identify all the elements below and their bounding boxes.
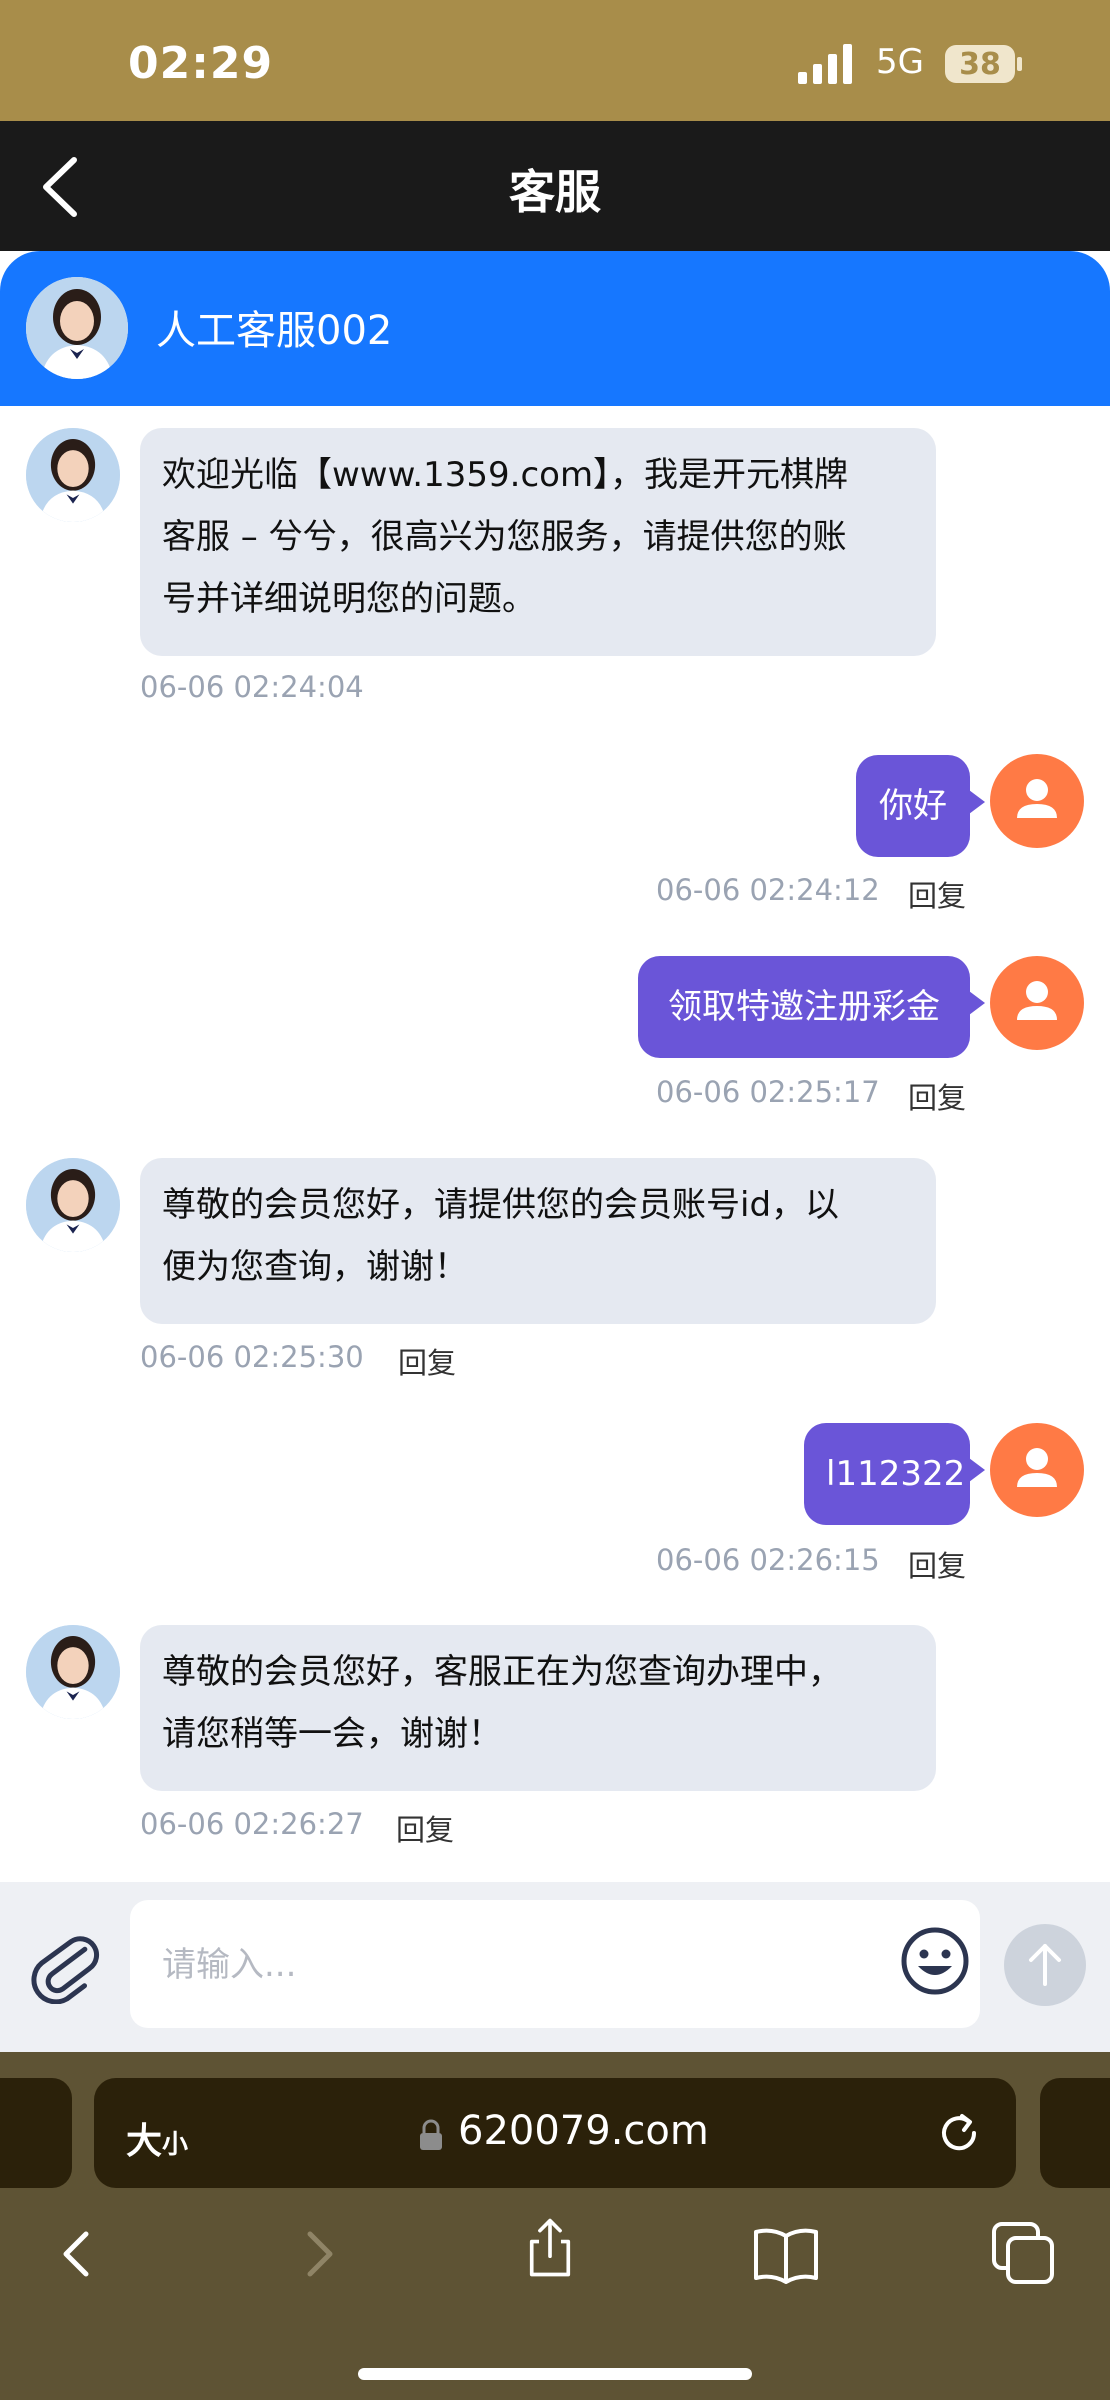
user-avatar: [990, 956, 1084, 1050]
reply-link[interactable]: 回复: [398, 1340, 456, 1382]
forward-icon[interactable]: [288, 2222, 348, 2286]
message-line: 尊敬的会员您好，请提供您的会员账号id，以: [162, 1185, 840, 1225]
message-line: 尊敬的会员您好，客服正在为您查询办理中，: [162, 1652, 842, 1692]
user-avatar: [990, 1423, 1084, 1517]
message-line: 请您稍等一会，谢谢！: [162, 1714, 502, 1754]
message-timestamp: 06-06 02:26:15: [656, 1543, 880, 1577]
message-text: 领取特邀注册彩金: [668, 987, 940, 1027]
reply-link[interactable]: 回复: [908, 1543, 966, 1585]
message-timestamp: 06-06 02:25:30: [140, 1340, 364, 1374]
reply-link[interactable]: 回复: [908, 1075, 966, 1117]
message-text: l112322: [826, 1454, 966, 1494]
home-indicator: [358, 2368, 752, 2380]
message-input-wrapper: [130, 1900, 980, 2030]
message-timestamp: 06-06 02:26:27: [140, 1807, 364, 1841]
network-type: 5G: [876, 42, 924, 82]
status-time: 02:29: [128, 38, 274, 89]
user-message-bubble: 领取特邀注册彩金: [638, 956, 970, 1058]
next-tab-preview[interactable]: [1040, 2078, 1110, 2188]
bubble-tail: [969, 790, 985, 814]
back-icon[interactable]: [48, 2222, 108, 2286]
paperclip-icon[interactable]: [30, 1924, 100, 2004]
agent-avatar: [26, 1625, 120, 1719]
text-size-label: 大: [126, 2121, 163, 2162]
agent-message-bubble: 尊敬的会员您好，请提供您的会员账号id，以 便为您查询，谢谢！: [140, 1158, 936, 1324]
message-line: 客服 – 兮兮，很高兴为您服务，请提供您的账: [162, 517, 847, 557]
tabs-icon[interactable]: [990, 2220, 1056, 2286]
message-input[interactable]: [160, 1900, 904, 2030]
send-button[interactable]: [1004, 1924, 1086, 2006]
agent-avatar: [26, 277, 128, 379]
message-timestamp: 06-06 02:24:12: [656, 873, 880, 907]
signal-icon: [798, 44, 852, 84]
user-message-bubble: l112322: [804, 1423, 970, 1525]
user-message-bubble: 你好: [856, 755, 970, 857]
bookmarks-icon[interactable]: [750, 2222, 822, 2286]
page-title: 客服: [509, 165, 601, 219]
reload-icon[interactable]: [934, 2108, 984, 2158]
reply-link[interactable]: 回复: [908, 873, 966, 915]
share-icon[interactable]: [520, 2216, 580, 2280]
text-size-small-label: 小: [162, 2130, 189, 2160]
previous-tab-preview[interactable]: [0, 2078, 72, 2188]
message-line: 便为您查询，谢谢！: [162, 1247, 468, 1287]
smiley-icon[interactable]: [900, 1926, 970, 1996]
lock-icon: [420, 2119, 442, 2150]
arrow-up-icon: [1029, 1944, 1061, 1986]
bubble-tail: [969, 1458, 985, 1482]
agent-message-bubble: 欢迎光临【www.1359.com】，我是开元棋牌 客服 – 兮兮，很高兴为您服…: [140, 428, 936, 656]
battery-level: 38: [959, 47, 1001, 82]
agent-name: 人工客服002: [156, 308, 393, 354]
battery-icon: 38: [944, 44, 1024, 84]
agent-avatar: [26, 1158, 120, 1252]
agent-message-bubble: 尊敬的会员您好，客服正在为您查询办理中， 请您稍等一会，谢谢！: [140, 1625, 936, 1791]
url-text[interactable]: 620079.com: [458, 2108, 709, 2154]
message-timestamp: 06-06 02:25:17: [656, 1075, 880, 1109]
bubble-tail: [969, 991, 985, 1015]
message-line: 号并详细说明您的问题。: [162, 579, 536, 619]
message-timestamp: 06-06 02:24:04: [140, 670, 364, 704]
agent-avatar: [26, 428, 120, 522]
user-avatar: [990, 754, 1084, 848]
message-line: 欢迎光临【www.1359.com】，我是开元棋牌: [162, 455, 849, 495]
message-text: 你好: [879, 786, 947, 826]
text-size-button[interactable]: 大小: [126, 2112, 188, 2164]
reply-link[interactable]: 回复: [396, 1807, 454, 1849]
